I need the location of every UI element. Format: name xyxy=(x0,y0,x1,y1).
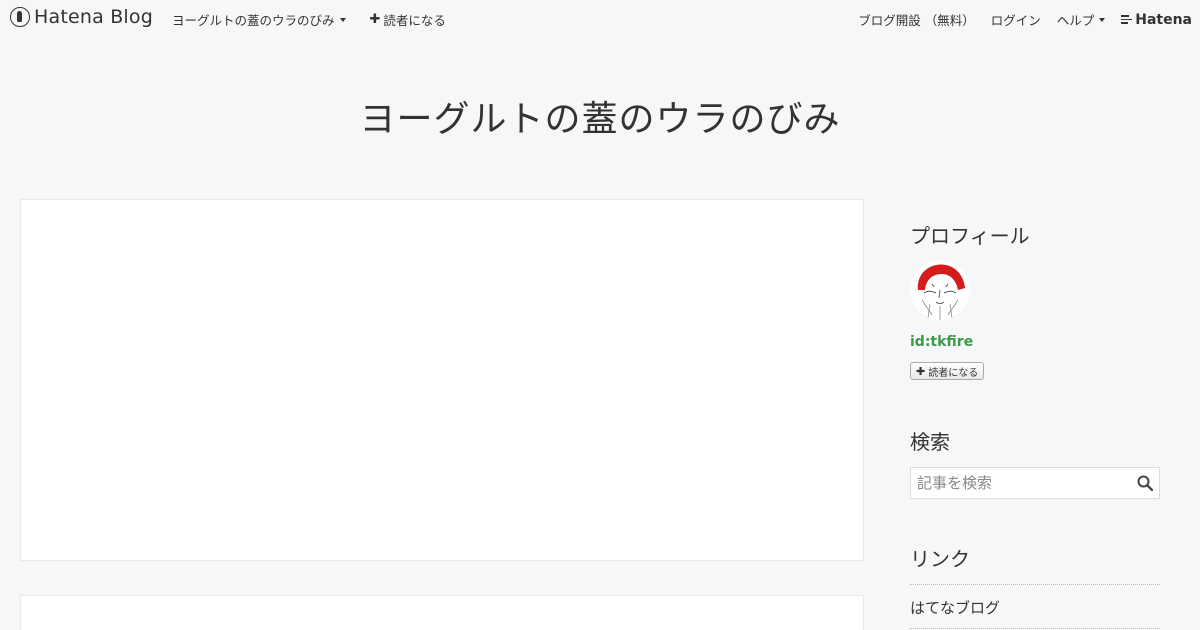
help-label: ヘルプ xyxy=(1056,13,1095,28)
account-nav: ブログ開設 （無料） ログイン ヘルプ Hatena xyxy=(858,10,1192,29)
sidebar: プロフィール id:tkfire ✚ 読者になる 検索 リンク はてなブログ xyxy=(890,200,1180,630)
top-navigation-bar: Hatena Blog ヨーグルトの蓋のウラのびみ ✚ 読者になる ブログ開設 … xyxy=(0,0,1200,36)
links-list: はてなブログ xyxy=(910,584,1160,629)
plus-icon: ✚ xyxy=(916,364,926,378)
entry-card xyxy=(20,199,864,561)
blog-menu-dropdown[interactable]: ヨーグルトの蓋のウラのびみ xyxy=(172,10,346,29)
subscribe-nav-label: 読者になる xyxy=(383,13,446,28)
entry-card xyxy=(20,595,864,630)
blog-title[interactable]: ヨーグルトの蓋のウラのびみ xyxy=(0,90,1200,142)
hatena-logo-link[interactable]: Hatena xyxy=(1121,12,1192,28)
signup-link[interactable]: ブログ開設 （無料） xyxy=(858,10,974,29)
links-module-title: リンク xyxy=(910,547,970,571)
hatena-logo-icon xyxy=(1121,15,1133,24)
search-module-title: 検索 xyxy=(910,430,950,454)
caret-down-icon xyxy=(1099,17,1106,22)
plus-icon: ✚ xyxy=(369,12,381,27)
profile-subscribe-button[interactable]: ✚ 読者になる xyxy=(910,362,985,380)
blog-menu-label: ヨーグルトの蓋のウラのびみ xyxy=(172,13,335,28)
search-icon[interactable] xyxy=(1137,475,1154,492)
search-input[interactable] xyxy=(911,468,1131,498)
help-dropdown[interactable]: ヘルプ xyxy=(1057,10,1106,29)
search-box xyxy=(910,467,1160,499)
profile-subscribe-label: 読者になる xyxy=(928,367,979,379)
profile-user-id-link[interactable]: id:tkfire xyxy=(910,334,973,350)
user-avatar[interactable] xyxy=(910,260,970,320)
subscribe-nav-button[interactable]: ✚ 読者になる xyxy=(370,10,446,29)
link-item-hatena-blog[interactable]: はてなブログ xyxy=(910,585,1160,629)
hatena-label: Hatena xyxy=(1135,11,1192,28)
caret-down-icon xyxy=(339,17,346,22)
hatena-blog-brand[interactable]: Hatena Blog xyxy=(10,6,153,28)
blog-nav: ヨーグルトの蓋のウラのびみ ✚ 読者になる xyxy=(172,10,446,29)
profile-module-title: プロフィール xyxy=(910,224,1030,248)
brand-name: Hatena Blog xyxy=(34,6,153,28)
login-link[interactable]: ログイン xyxy=(991,10,1041,29)
hatena-blog-logo-icon xyxy=(10,7,30,27)
